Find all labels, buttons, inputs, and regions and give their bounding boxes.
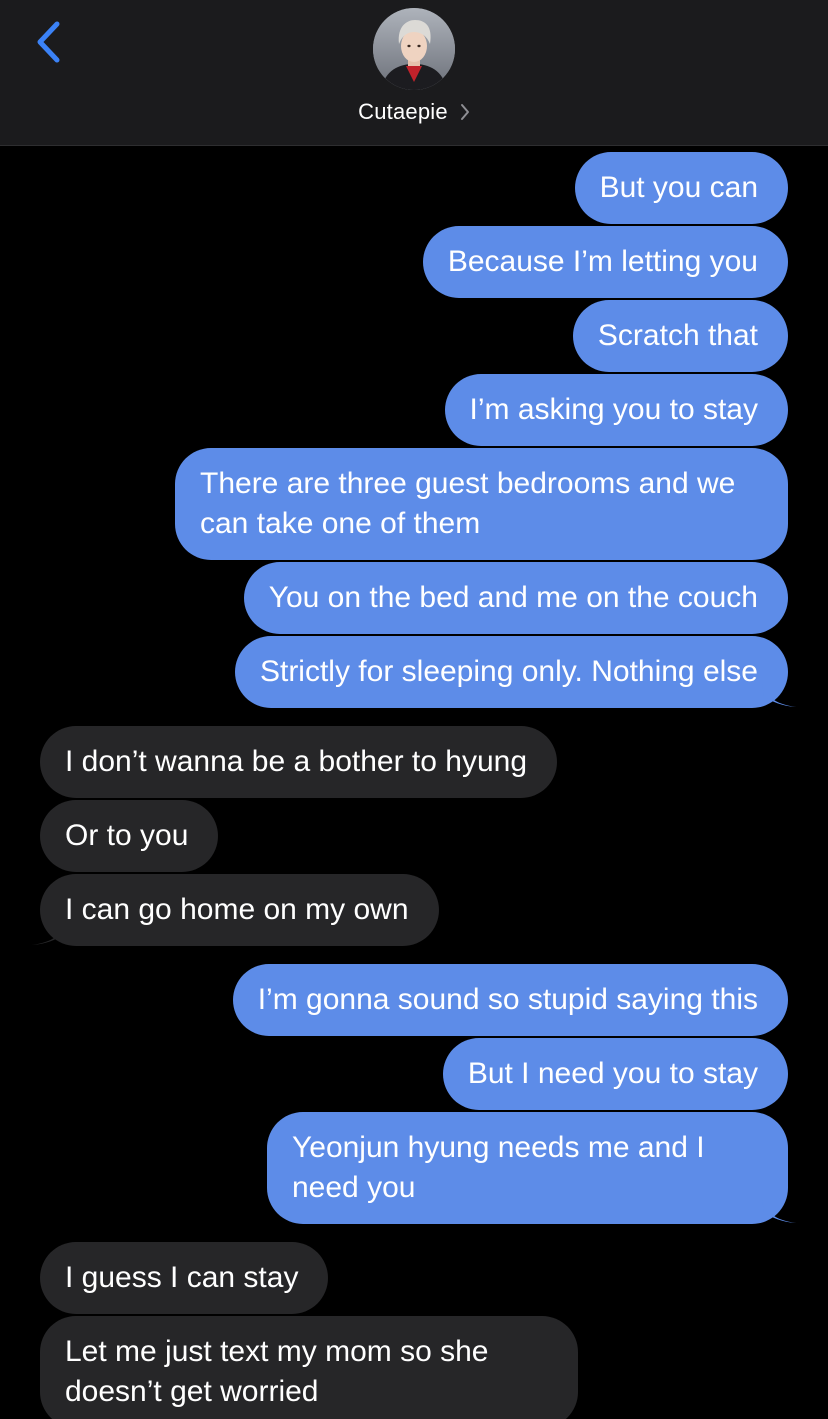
sent-message-bubble[interactable]: There are three guest bedrooms and we ca… [175, 448, 788, 560]
sent-message-bubble[interactable]: But I need you to stay [442, 1038, 788, 1110]
received-bubble-tail [32, 920, 66, 945]
received-message-bubble[interactable]: Let me just text my mom so she doesn’t g… [40, 1316, 578, 1419]
sent-message-bubble[interactable]: Yeonjun hyung needs me and I need you [267, 1112, 788, 1224]
sent-message-bubble[interactable]: I’m gonna sound so stupid saying this [232, 964, 788, 1036]
sent-message-bubble[interactable]: Scratch that [572, 300, 788, 372]
received-message-bubble[interactable]: Or to you [40, 800, 219, 872]
sent-bubble-tail [762, 1198, 796, 1223]
back-button[interactable] [28, 18, 68, 66]
sent-message-bubble[interactable]: But you can [574, 152, 788, 224]
imessage-conversation: Cutaepie But you can Because I’m letting … [0, 0, 828, 1419]
contact-name: Cutaepie [358, 99, 448, 124]
received-message-bubble[interactable]: I can go home on my own [40, 874, 439, 946]
sent-message-bubble[interactable]: I’m asking you to stay [444, 374, 788, 446]
chevron-left-icon [37, 21, 60, 63]
chevron-right-icon [460, 103, 470, 121]
sent-message-bubble[interactable]: You on the bed and me on the couch [243, 562, 788, 634]
sent-bubble-tail [762, 682, 796, 707]
conversation-header: Cutaepie [0, 0, 828, 146]
avatar[interactable] [373, 8, 455, 90]
received-message-bubble[interactable]: I guess I can stay [40, 1242, 329, 1314]
contact-details-link[interactable]: Cutaepie [0, 96, 828, 128]
sent-message-bubble[interactable]: Because I’m letting you [422, 226, 788, 298]
received-message-bubble[interactable]: I don’t wanna be a bother to hyung [40, 726, 558, 798]
sent-message-bubble[interactable]: Strictly for sleeping only. Nothing else [234, 636, 788, 708]
avatar-photo [373, 8, 455, 90]
